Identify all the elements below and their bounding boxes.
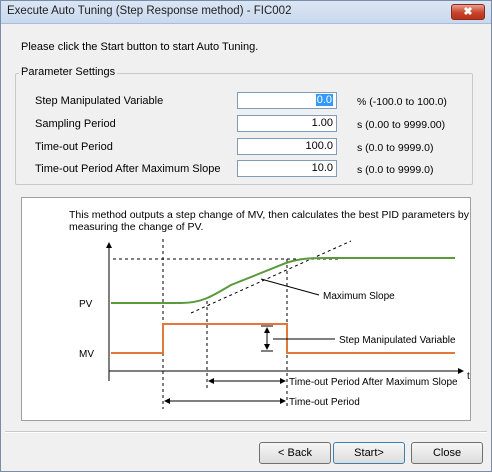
mv-label: MV — [79, 349, 94, 360]
step-mv-diagram-label: Step Manipulated Variable — [339, 335, 456, 346]
step-response-diagram: PV MV t Maximum Slope Step Manipulated V… — [79, 239, 470, 409]
timeout-after-slope-diagram-label: Time-out Period After Maximum Slope — [289, 377, 458, 388]
back-button[interactable]: < Back — [259, 442, 331, 464]
maximum-slope-label: Maximum Slope — [323, 291, 395, 302]
close-button[interactable]: Close — [411, 442, 483, 464]
start-button[interactable]: Start> — [333, 442, 405, 464]
auto-tuning-dialog: Execute Auto Tuning (Step Response metho… — [0, 0, 492, 472]
timeout-diagram-label: Time-out Period — [289, 397, 360, 408]
max-slope-leader — [260, 278, 320, 296]
pv-label: PV — [79, 299, 93, 310]
button-separator — [5, 431, 487, 433]
max-slope-tangent — [190, 240, 352, 314]
time-axis-label: t — [467, 371, 470, 382]
